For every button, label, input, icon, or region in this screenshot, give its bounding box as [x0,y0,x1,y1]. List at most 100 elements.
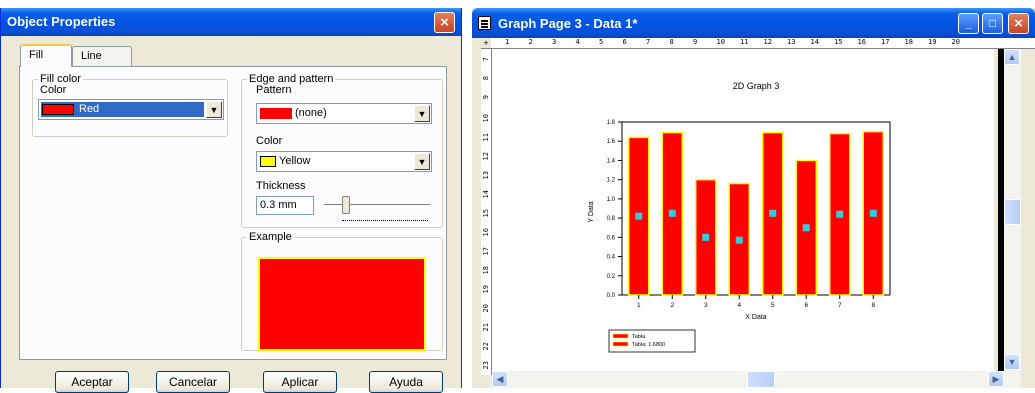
x-tick-label: 5 [771,302,775,309]
edge-color-label: Color [256,135,283,147]
ruler-number: 9 [693,38,698,46]
scroll-right-icon[interactable]: ▶ [988,371,1004,387]
ruler-number: 20 [482,304,490,313]
vertical-scrollbar[interactable]: ▲ ▼ [1004,49,1021,375]
close-icon[interactable]: × [434,12,455,33]
example-preview [258,257,426,351]
chevron-down-icon[interactable]: ▼ [206,101,222,118]
data-point [802,224,810,232]
ruler-number: 15 [834,38,843,46]
thickness-label: Thickness [256,180,306,192]
dialog-title-bar[interactable]: Object Properties × [1,8,461,36]
scroll-left-icon[interactable]: ◀ [492,371,508,387]
ruler-number: 14 [810,38,819,46]
vertical-scroll-thumb[interactable] [1004,199,1021,225]
thickness-input[interactable]: 0.3 mm [256,196,314,215]
ruler-number: 12 [482,152,490,161]
aceptar-button[interactable]: Aceptar [55,371,129,393]
ruler-number: 8 [669,38,674,46]
object-properties-dialog: Object Properties × Fill Line Fill color… [0,8,462,393]
data-point [735,236,743,244]
dialog-title: Object Properties [7,14,116,29]
thickness-slider-track[interactable] [324,204,430,208]
y-tick-label: 1.0 [607,197,616,203]
data-point [836,210,844,218]
ruler-number: 9 [482,95,490,100]
edge-color-dropdown[interactable]: Yellow ▼ [256,151,432,172]
scroll-up-icon[interactable]: ▲ [1004,49,1020,65]
tab-fill[interactable]: Fill [20,44,72,67]
pattern-label: Pattern [256,84,292,96]
example-group-label: Example [249,231,292,243]
document-icon [478,16,491,30]
ruler-number: 16 [857,38,866,46]
pattern-dropdown[interactable]: (none) ▼ [256,103,432,124]
scroll-down-icon[interactable]: ▼ [1004,354,1020,370]
ruler-number: 6 [622,38,627,46]
data-point [869,209,877,217]
x-tick-label: 1 [637,302,641,309]
y-axis-label: Y Data [588,201,595,222]
x-tick-label: 2 [670,302,674,309]
bar-chart[interactable]: 2D Graph 3 0.0 0.2 0.4 0.6 0.8 1.0 1.2 1.4 1.6 1.8… [492,49,994,375]
example-group: Example [241,231,443,351]
tab-line[interactable]: Line [72,46,132,66]
aplicar-button[interactable]: Aplicar [263,371,337,393]
ayuda-button[interactable]: Ayuda [369,371,443,393]
y-tick-label: 1.4 [607,158,616,164]
data-point [635,212,643,220]
ruler-number: 3 [552,38,557,46]
fill-tab-panel: Fill color Color Red ▼ Edge and pattern … [19,66,447,360]
close-icon[interactable]: × [1008,13,1029,34]
x-tick-label: 4 [737,302,741,309]
x-tick-label: 8 [871,302,875,309]
ruler-number: 23 [482,361,490,370]
ruler-number: 13 [787,38,796,46]
ruler-number: 17 [881,38,890,46]
vertical-ruler: 7 8 9 10 11 12 13 14 15 16 17 18 19 20 21 22 23 [481,49,492,375]
graph-page[interactable]: 2D Graph 3 0.0 0.2 0.4 0.6 0.8 1.0 1.2 1.4 1.6 1.8… [492,49,994,375]
cancelar-button[interactable]: Cancelar [156,371,230,393]
ruler-corner: + [481,38,491,48]
minimize-icon[interactable]: _ [958,13,979,34]
x-tick-label: 7 [838,302,842,309]
ruler-number: 5 [599,38,604,46]
ruler-number: 7 [482,57,490,62]
y-tick-label: 0.2 [607,274,616,280]
x-tick-label: 3 [704,302,708,309]
y-tick-label: 0.4 [607,255,616,261]
ruler-number: 10 [716,38,725,46]
ruler-number: 21 [482,323,490,332]
ruler-number: 14 [482,190,490,199]
graph-window-title-bar[interactable]: Graph Page 3 - Data 1* _ □ × [472,8,1035,38]
thickness-slider-thumb[interactable] [342,196,350,214]
ruler-number: 2 [528,38,533,46]
ruler-number: 13 [482,171,490,180]
fill-color-swatch [42,104,74,115]
x-axis-label: X Data [745,314,767,321]
ruler-number: 8 [482,76,490,81]
y-tick-label: 0.8 [607,216,616,222]
pattern-value: (none) [295,107,327,119]
fill-color-dropdown[interactable]: Red ▼ [38,99,224,120]
legend-swatch [612,333,629,339]
chevron-down-icon[interactable]: ▼ [414,105,430,122]
maximize-icon[interactable]: □ [982,13,1003,34]
horizontal-scroll-thumb[interactable] [747,371,775,388]
horizontal-scrollbar[interactable]: ◀ ▶ [492,371,1021,388]
data-point [668,209,676,217]
y-tick-label: 1.8 [607,120,616,126]
ruler-number: 18 [482,266,490,275]
chevron-down-icon[interactable]: ▼ [414,153,430,170]
chart-svg: 2D Graph 3 0.0 0.2 0.4 0.6 0.8 1.0 1.2 1.4 1.6 1.8… [588,81,891,353]
ruler-number: 11 [740,38,749,46]
ruler-number: 19 [928,38,937,46]
horizontal-ruler: 1 2 3 4 5 6 7 8 9 10 11 12 13 14 15 16 17 18 19 20 [481,38,1035,49]
ruler-number: 18 [904,38,913,46]
fill-color-label: Color [40,84,67,96]
ruler-number: 16 [482,228,490,237]
y-tick-label: 0.6 [607,235,616,241]
ruler-number: 22 [482,342,490,351]
edge-color-value: Yellow [279,155,311,167]
chart-title: 2D Graph 3 [733,81,780,91]
